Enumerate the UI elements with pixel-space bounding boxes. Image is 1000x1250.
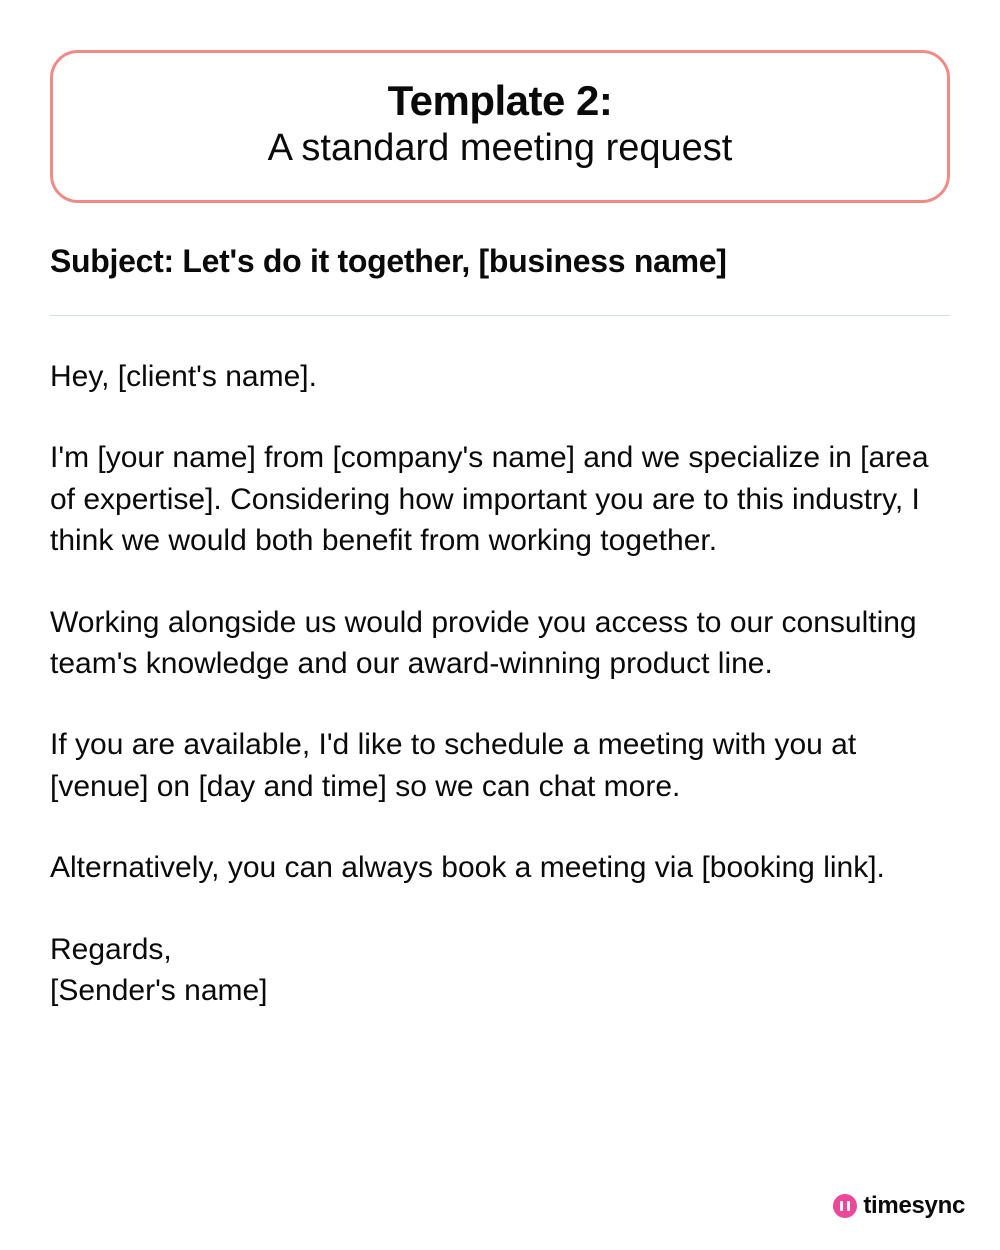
meeting-paragraph: If you are available, I'd like to schedu… — [50, 724, 950, 807]
template-title: Template 2: — [73, 77, 927, 125]
divider — [50, 315, 950, 316]
timesync-icon — [833, 1194, 857, 1218]
brand-name: timesync — [863, 1192, 965, 1220]
email-body: Hey, [client's name]. I'm [your name] fr… — [50, 356, 950, 1011]
template-header-box: Template 2: A standard meeting request — [50, 50, 950, 203]
brand-logo: timesync — [833, 1192, 965, 1220]
benefit-paragraph: Working alongside us would provide you a… — [50, 602, 950, 685]
email-subject: Subject: Let's do it together, [business… — [50, 243, 950, 280]
closing-regards: Regards, — [50, 933, 172, 966]
greeting-line: Hey, [client's name]. — [50, 356, 950, 397]
intro-paragraph: I'm [your name] from [company's name] an… — [50, 437, 950, 561]
closing-sender: [Sender's name] — [50, 974, 268, 1007]
template-subtitle: A standard meeting request — [73, 127, 927, 170]
closing: Regards, [Sender's name] — [50, 929, 950, 1012]
alternative-paragraph: Alternatively, you can always book a mee… — [50, 847, 950, 888]
